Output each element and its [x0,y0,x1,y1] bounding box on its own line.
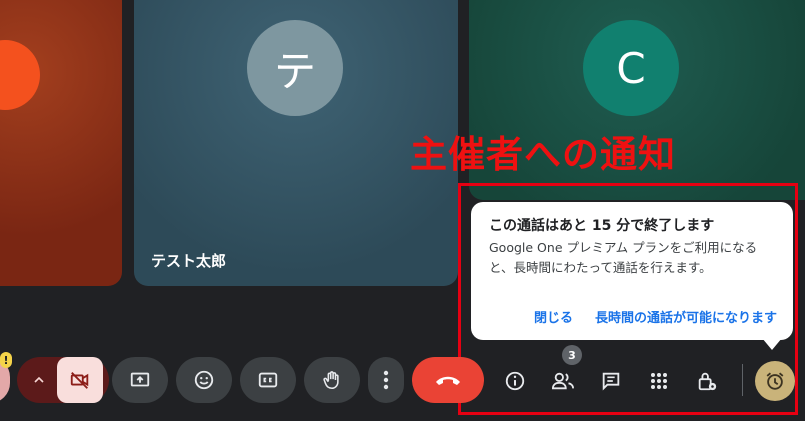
present-screen-button[interactable] [112,357,168,403]
emoji-reaction-button[interactable] [176,357,232,403]
info-icon [504,370,526,392]
notice-pointer [762,338,782,350]
participant-name-label: テスト太郎 [151,252,227,270]
captions-button[interactable] [240,357,296,403]
extend-call-button[interactable]: 長時間の通話が可能になります [595,307,777,326]
camera-toggle-button[interactable] [57,357,103,403]
annotation-label: 主催者への通知 [410,133,676,176]
call-timer-button[interactable] [755,361,795,401]
warning-badge: ! [0,352,12,368]
activities-icon [649,371,669,391]
close-notice-button[interactable]: 閉じる [534,307,573,326]
chat-icon [600,370,622,392]
call-ending-notice: この通話はあと 15 分で終了します Google One プレミアム プランを… [471,202,793,340]
toolbar-divider [742,364,743,396]
raise-hand-button[interactable] [304,357,360,403]
notice-title: この通話はあと 15 分で終了します [489,218,715,234]
host-controls-button[interactable] [692,366,722,396]
people-button[interactable] [548,366,578,396]
participant-avatar-right: C [583,20,679,116]
end-call-icon [434,373,462,387]
people-icon [551,370,575,392]
people-count-badge: 3 [562,345,582,365]
notice-body: Google One プレミアム プランをご利用になると、長時間にわたって通話を… [489,240,758,275]
chat-button[interactable] [596,366,626,396]
camera-off-icon [69,369,91,391]
present-screen-icon [129,369,151,391]
alarm-icon [764,370,786,392]
notice-actions: 閉じる 長時間の通話が可能になります [471,307,793,326]
more-options-button[interactable] [368,357,404,403]
emoji-icon [193,369,215,391]
leave-call-button[interactable] [412,357,484,403]
meeting-info-button[interactable] [500,366,530,396]
captions-icon [257,369,279,391]
more-vert-icon [383,370,389,390]
activities-button[interactable] [644,366,674,396]
host-controls-icon [696,370,718,392]
participant-avatar-middle: テ [247,20,343,116]
chevron-up-icon [31,372,47,388]
raise-hand-icon [321,369,343,391]
